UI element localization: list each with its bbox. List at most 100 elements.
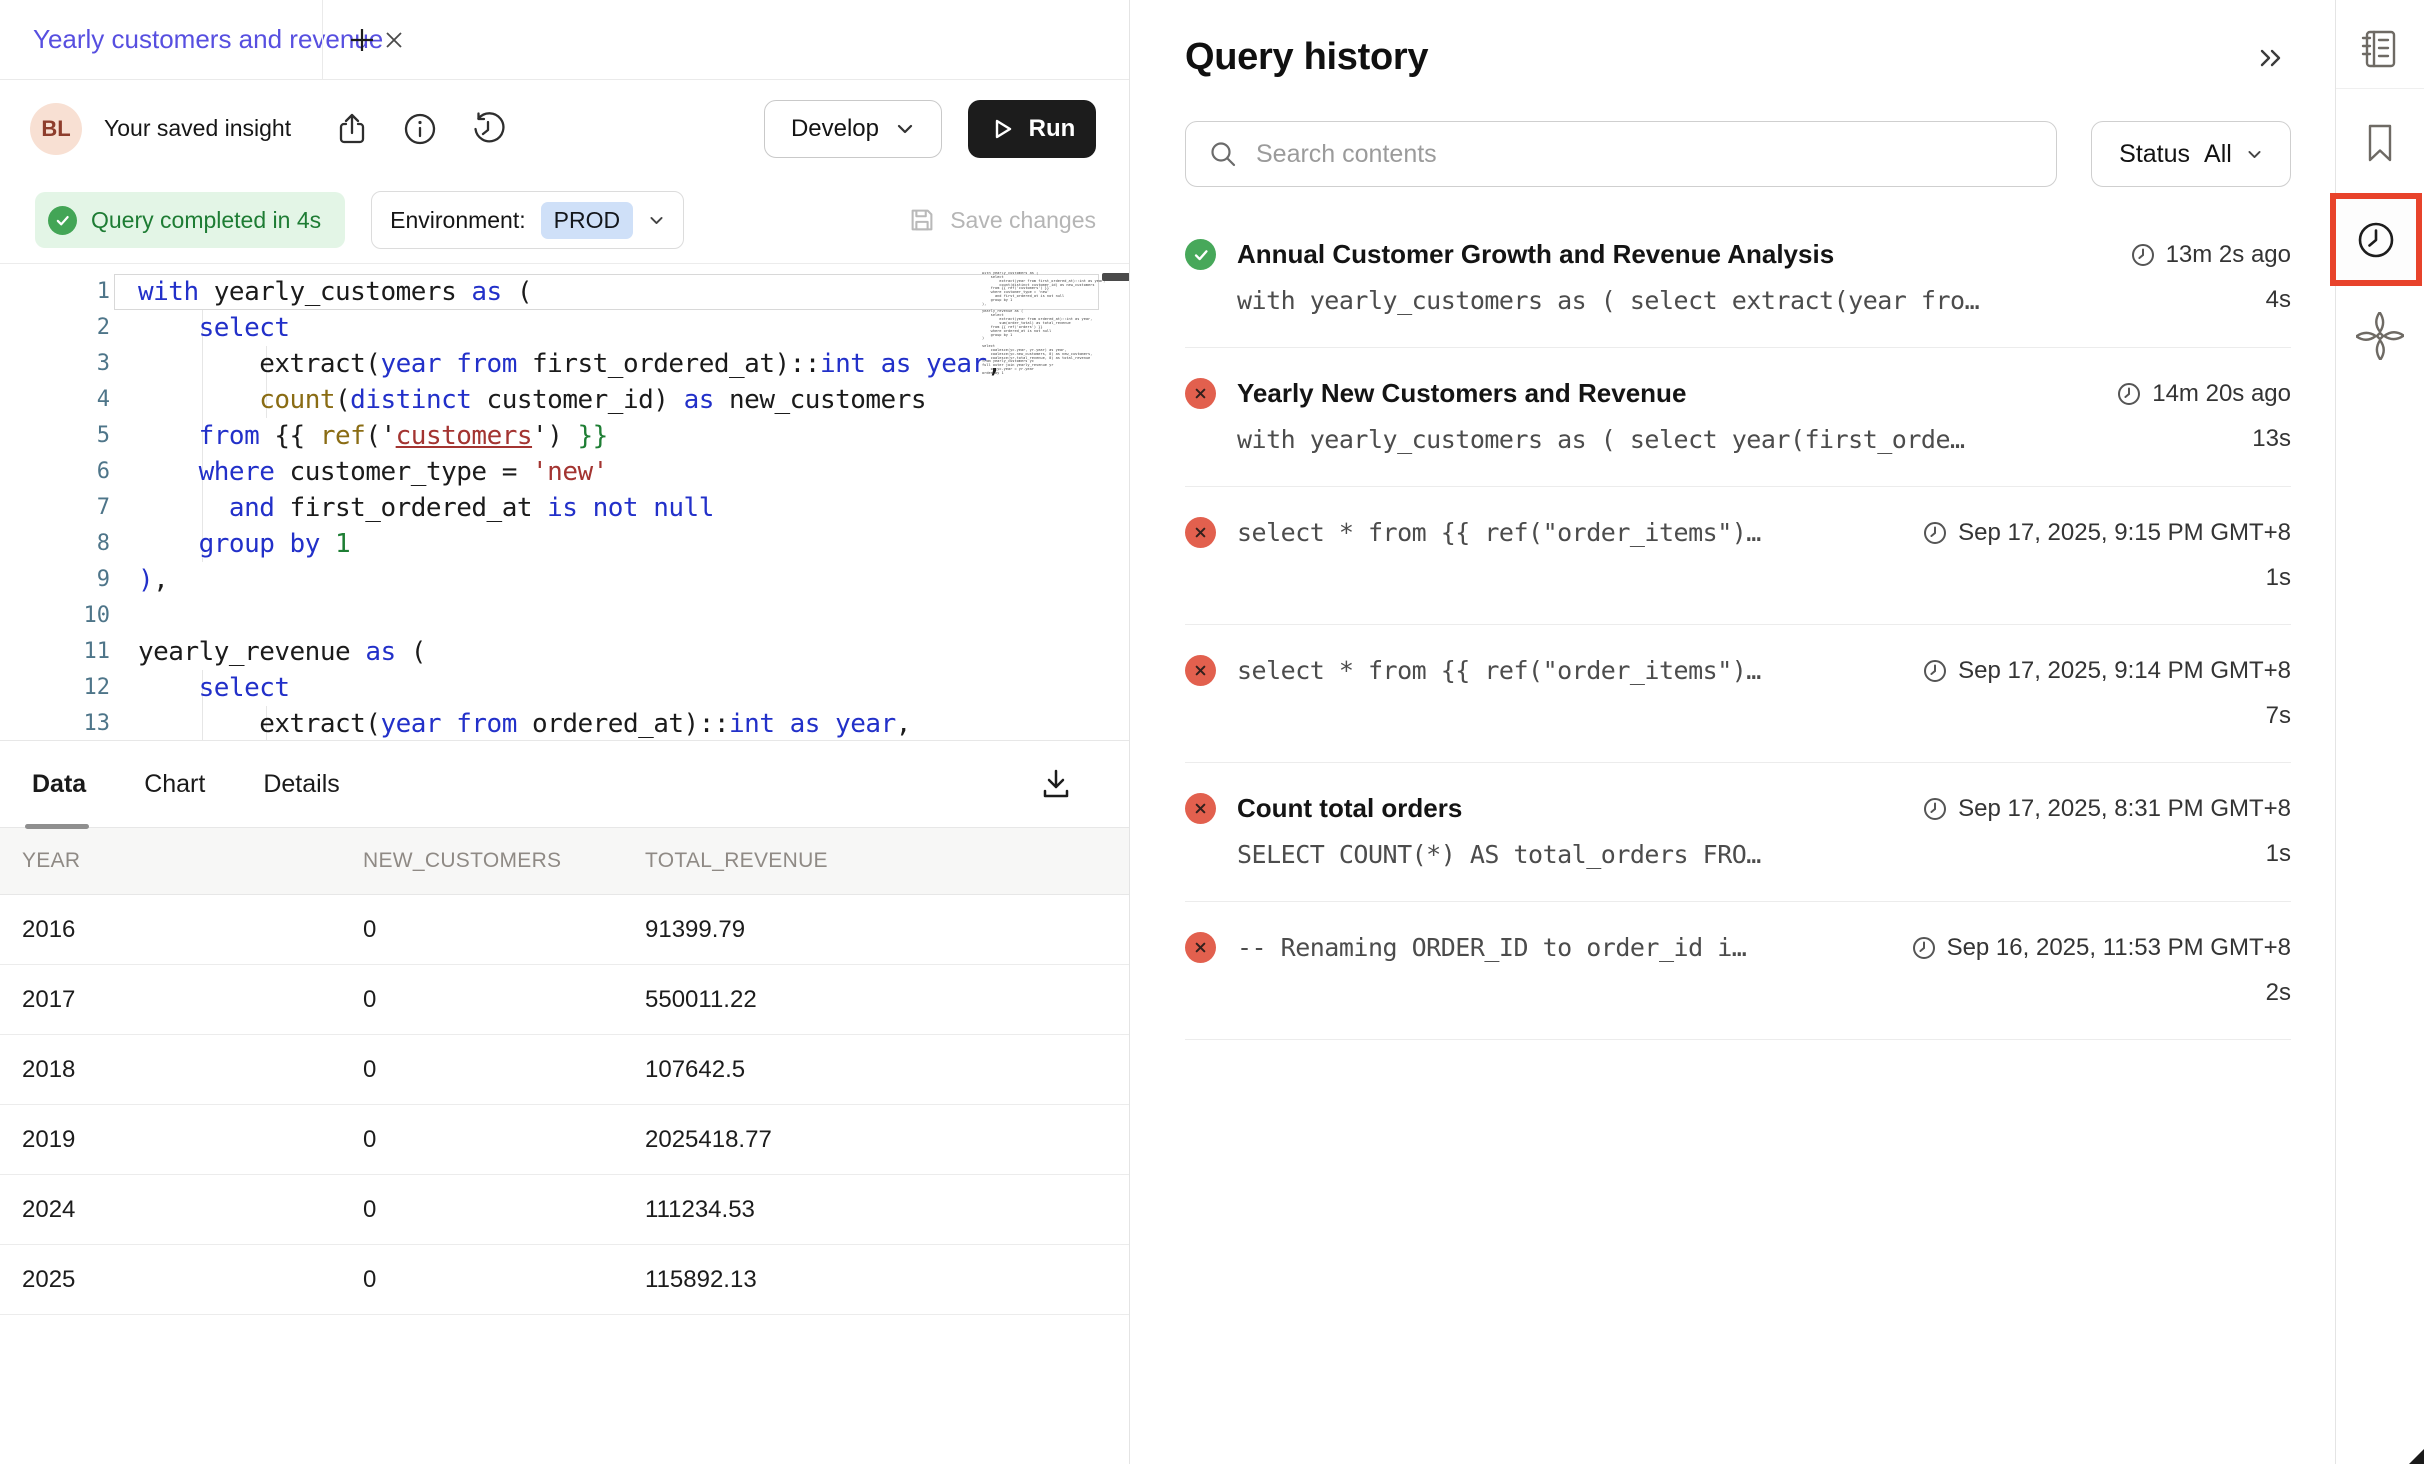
history-item-timestamp: 13m 2s ago (2166, 241, 2291, 269)
success-status-icon (1185, 239, 1216, 270)
line-number: 3 (0, 346, 110, 382)
window-resize-grip[interactable] (2409, 1449, 2424, 1464)
column-header-year: YEAR (0, 849, 341, 873)
editor-minimap[interactable]: with yearly_customers as ( select extrac… (982, 272, 1106, 376)
history-item-duration: 1s (2266, 564, 2291, 592)
tab-divider (322, 0, 323, 79)
query-editor-panel: Yearly customers and revenue BL Your sav… (0, 0, 1130, 1464)
code-text: group by 1 (138, 526, 350, 562)
sql-editor[interactable]: 1with yearly_customers as ( 2 select 3 e… (0, 264, 1129, 741)
history-item[interactable]: select * from {{ ref("order_items")… Sep… (1185, 625, 2291, 763)
cell-new-customers: 0 (341, 1266, 623, 1294)
code-text: yearly_revenue as ( (138, 634, 426, 670)
share-button[interactable] (333, 110, 371, 148)
history-item-timestamp: 14m 20s ago (2152, 380, 2291, 408)
code-line: 2 select (0, 310, 1129, 346)
develop-label: Develop (791, 115, 879, 143)
clock-icon (1922, 796, 1948, 822)
query-history-title: Query history (1185, 36, 1428, 79)
rail-explore-button[interactable] (2336, 312, 2424, 360)
save-changes-button[interactable]: Save changes (907, 205, 1096, 235)
query-history-list: Annual Customer Growth and Revenue Analy… (1185, 209, 2291, 1040)
chevron-down-icon (648, 212, 665, 229)
code-line: 6 where customer_type = 'new' (0, 454, 1129, 490)
cell-total-revenue: 550011.22 (623, 986, 1129, 1014)
app-window: Yearly customers and revenue BL Your sav… (0, 0, 2424, 1464)
environment-select[interactable]: Environment: PROD (371, 191, 684, 249)
tab-chart[interactable]: Chart (144, 770, 205, 799)
rail-divider (2336, 88, 2424, 89)
info-button[interactable] (401, 110, 439, 148)
history-item-title: Yearly New Customers and Revenue (1237, 378, 2096, 409)
history-item-timestamp: Sep 17, 2025, 9:14 PM GMT+8 (1958, 657, 2291, 685)
code-line: 10 (0, 598, 1129, 634)
code-line: 4 count(distinct customer_id) as new_cus… (0, 382, 1129, 418)
tab-details[interactable]: Details (263, 770, 339, 799)
code-line: 12 select (0, 670, 1129, 706)
search-input[interactable] (1256, 140, 2034, 169)
table-row: 2024 0 111234.53 (0, 1175, 1129, 1245)
history-item-snippet: with yearly_customers as ( select extrac… (1237, 286, 2266, 315)
run-button[interactable]: Run (968, 100, 1096, 158)
saved-insight-label: Your saved insight (104, 115, 291, 142)
history-item[interactable]: Annual Customer Growth and Revenue Analy… (1185, 209, 2291, 348)
code-text: select (138, 310, 290, 346)
history-item[interactable]: Count total orders Sep 17, 2025, 8:31 PM… (1185, 763, 2291, 902)
clock-icon (1922, 658, 1948, 684)
new-tab-button[interactable] (347, 25, 377, 55)
tab-yearly-customers-and-revenue[interactable]: Yearly customers and revenue (0, 0, 322, 79)
environment-label: Environment: (390, 207, 526, 234)
clock-icon (2116, 381, 2142, 407)
rail-query-history-button[interactable] (2336, 216, 2416, 264)
code-line: 5 from {{ ref('customers') }} (0, 418, 1129, 454)
status-filter-label: Status (2119, 140, 2190, 169)
history-item-timestamp: Sep 17, 2025, 9:15 PM GMT+8 (1958, 519, 2291, 547)
rail-notebook-button[interactable] (2336, 26, 2424, 72)
tab-data[interactable]: Data (32, 770, 86, 799)
version-history-button[interactable] (469, 110, 507, 148)
notebook-icon (2357, 26, 2403, 72)
clock-icon (2352, 216, 2400, 264)
line-number: 5 (0, 418, 110, 454)
line-number: 7 (0, 490, 110, 526)
rail-bookmark-button[interactable] (2336, 120, 2424, 166)
code-text: extract(year from first_ordered_at)::int… (138, 346, 1002, 382)
error-status-icon (1185, 793, 1216, 824)
history-item[interactable]: select * from {{ ref("order_items")… Sep… (1185, 487, 2291, 625)
status-bar: Query completed in 4s Environment: PROD … (0, 177, 1129, 264)
cell-year: 2016 (0, 916, 341, 944)
collapse-panel-button[interactable] (2251, 38, 2291, 78)
cell-total-revenue: 107642.5 (623, 1056, 1129, 1084)
share-icon (334, 111, 370, 147)
editor-scrollbar[interactable] (1102, 273, 1129, 281)
cell-new-customers: 0 (341, 986, 623, 1014)
info-icon (402, 111, 438, 147)
tab-close-icon[interactable] (383, 27, 405, 53)
develop-dropdown[interactable]: Develop (764, 100, 942, 158)
cell-total-revenue: 91399.79 (623, 916, 1129, 944)
clock-icon (1911, 935, 1937, 961)
download-button[interactable] (1035, 763, 1077, 805)
code-text: and first_ordered_at is not null (138, 490, 714, 526)
tab-bar: Yearly customers and revenue (0, 0, 1129, 80)
history-item-timestamp: Sep 16, 2025, 11:53 PM GMT+8 (1947, 934, 2291, 962)
history-item-title: Count total orders (1237, 793, 1902, 824)
save-changes-label: Save changes (950, 207, 1096, 234)
cell-year: 2025 (0, 1266, 341, 1294)
column-header-new-customers: NEW_CUSTOMERS (341, 849, 623, 873)
table-row: 2017 0 550011.22 (0, 965, 1129, 1035)
code-line: 8 group by 1 (0, 526, 1129, 562)
code-line: 1with yearly_customers as ( (0, 274, 1129, 310)
double-chevron-right-icon (2256, 43, 2286, 73)
code-line: 13 extract(year from ordered_at)::int as… (0, 706, 1129, 741)
status-filter-value: All (2204, 140, 2232, 169)
search-box[interactable] (1185, 121, 2057, 187)
history-item[interactable]: -- Renaming ORDER_ID to order_id i… Sep … (1185, 902, 2291, 1040)
history-item[interactable]: Yearly New Customers and Revenue 14m 20s… (1185, 348, 2291, 487)
clock-icon (2130, 242, 2156, 268)
history-item-duration: 7s (2266, 702, 2291, 730)
cell-new-customers: 0 (341, 1196, 623, 1224)
chevron-down-icon (895, 119, 915, 139)
line-number: 2 (0, 310, 110, 346)
status-filter-dropdown[interactable]: Status All (2091, 121, 2291, 187)
